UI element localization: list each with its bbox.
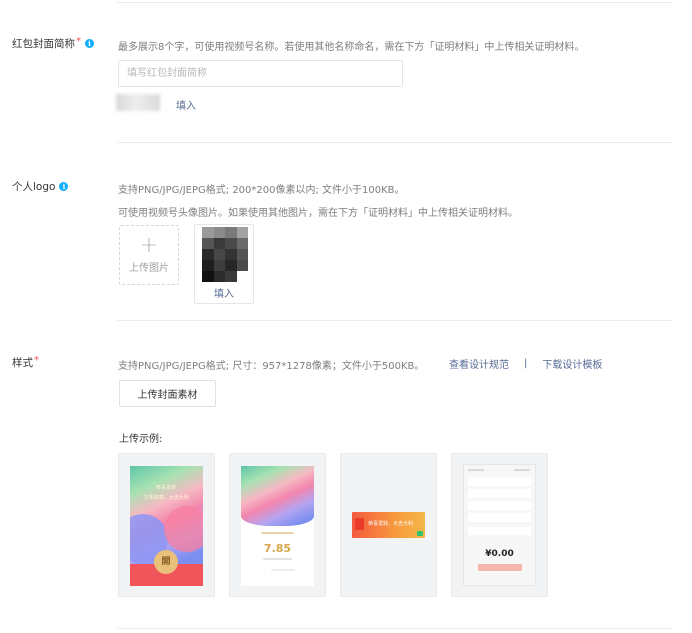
- sender-line: [261, 532, 294, 534]
- cover-name-label: 红包封面简称 * i: [12, 36, 94, 51]
- example-cover-full: 恭喜发财 万事如意，大吉大利 開: [118, 453, 215, 597]
- form-row: [468, 501, 531, 510]
- logo-upload-box[interactable]: + 上传图片: [119, 225, 179, 285]
- required-mark: *: [34, 355, 39, 366]
- logo-hint-format: 支持PNG/JPG/JEPG格式; 200*200像素以内; 文件小于100KB…: [118, 185, 405, 196]
- form-row: [468, 477, 531, 486]
- send-button: [478, 564, 522, 571]
- cover-name-input[interactable]: [118, 60, 403, 87]
- info-icon[interactable]: i: [59, 182, 69, 191]
- bubble-card: 恭喜发财，大吉大利: [352, 512, 425, 538]
- example-label: 上传示例:: [119, 434, 163, 445]
- cover-name-hint: 最多展示8个字，可使用视频号名称。若使用其他名称命名，需在下方「证明材料」中上传…: [118, 42, 585, 53]
- cover-art: [241, 466, 314, 526]
- bubble-text: 恭喜发财，大吉大利: [368, 521, 414, 527]
- sample-amount: 7.85: [263, 542, 292, 555]
- form-row: [468, 513, 531, 522]
- avatar-fill-link[interactable]: 填入: [195, 285, 253, 300]
- blurred-channel-name: [116, 94, 160, 111]
- info-icon[interactable]: i: [85, 39, 94, 48]
- top-divider: [117, 2, 672, 3]
- example-cover-bubble: 恭喜发财，大吉大利: [340, 453, 437, 597]
- required-mark: *: [76, 36, 81, 47]
- example-cover-image: 恭喜发财 万事如意，大吉大利 開: [130, 466, 203, 586]
- style-hint: 支持PNG/JPG/JEPG格式; 尺寸：957*1278像素；文件小于500K…: [118, 361, 425, 372]
- cover-name-label-text: 红包封面简称: [12, 38, 75, 50]
- bubble-corner: [417, 531, 423, 536]
- section-divider: [117, 320, 672, 321]
- cover-name-fill-link[interactable]: 填入: [176, 97, 196, 112]
- download-template-link[interactable]: 下载设计模板: [542, 356, 602, 371]
- style-links: 查看设计规范 | 下载设计模板: [449, 356, 602, 371]
- design-guidelines-link[interactable]: 查看设计规范: [449, 356, 509, 371]
- text-line: [263, 558, 292, 560]
- avatar: [202, 227, 248, 282]
- section-divider: [117, 142, 672, 143]
- upload-cover-button[interactable]: 上传封面素材: [119, 380, 216, 407]
- open-button-icon: 開: [154, 550, 178, 574]
- form-row: [468, 489, 531, 498]
- style-label: 样式 *: [12, 355, 39, 370]
- logo-label: 个人logo i: [12, 179, 69, 194]
- text-line: [271, 569, 295, 571]
- example-opened-image: 7.85: [241, 466, 314, 586]
- sample-line1: 恭喜发财: [156, 485, 177, 491]
- example-cover-send: ¥0.00: [451, 453, 548, 597]
- avatar-suggestion-card[interactable]: 填入: [194, 224, 254, 304]
- logo-upload-label: 上传图片: [129, 263, 169, 274]
- bottom-divider: [117, 628, 672, 629]
- link-separator: |: [524, 358, 528, 369]
- logo-label-text: 个人logo: [12, 181, 56, 193]
- logo-hint-source: 可使用视频号头像图片。如果使用其他图片，需在下方「证明材料」中上传相关证明材料。: [118, 208, 518, 219]
- plus-icon: +: [139, 233, 159, 258]
- cover-petal: [164, 506, 203, 552]
- status-bar: [514, 469, 530, 471]
- send-amount: ¥0.00: [485, 549, 514, 559]
- send-screen: ¥0.00: [463, 464, 536, 586]
- status-bar: [468, 469, 484, 471]
- sample-line2: 万事如意，大吉大利: [144, 495, 190, 501]
- red-envelope-icon: [355, 518, 364, 530]
- example-cover-opened: 7.85: [229, 453, 326, 597]
- style-label-text: 样式: [12, 357, 33, 369]
- form-row: [468, 527, 531, 535]
